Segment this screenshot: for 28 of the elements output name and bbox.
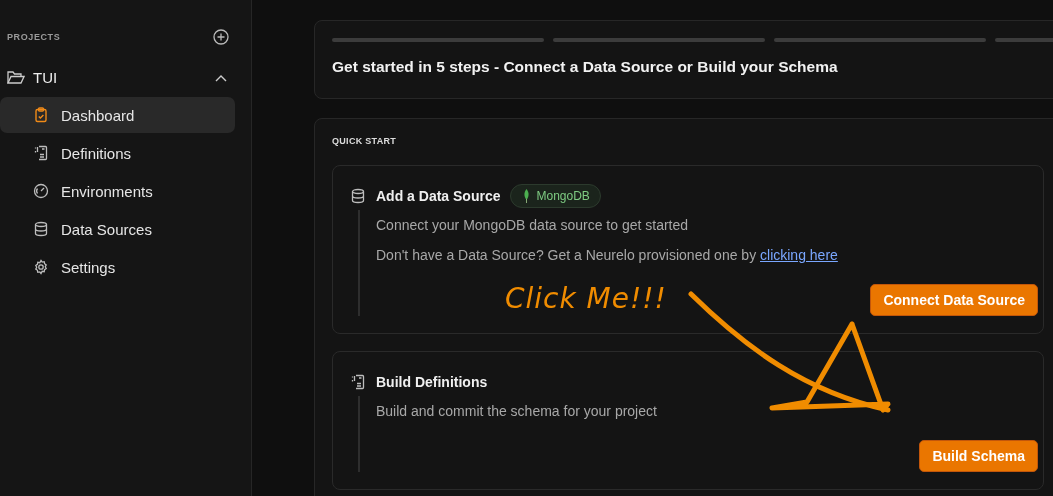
card-description: Build and commit the schema for your project (376, 402, 658, 421)
database-badge: MongoDB (510, 184, 601, 208)
link[interactable]: clicking here (760, 247, 838, 263)
steps-title: Get started in 5 steps - Connect a Data Source or Build your Schema (332, 58, 839, 76)
sidebar-item[interactable]: Environments (0, 173, 235, 209)
section-heading: PROJECTS (7, 32, 61, 42)
card-description: Don't have a Data Source? Get a Neurelo provisioned one by clicking here (376, 246, 839, 265)
card-title: Build Definitions (376, 374, 488, 390)
sidebar-item[interactable]: Dashboard (0, 97, 235, 133)
sidebar-item[interactable]: Definitions (0, 135, 235, 171)
settings-icon (33, 259, 49, 275)
clipboard-icon (33, 107, 49, 123)
sidebar-item[interactable]: Data Sources (0, 211, 235, 247)
section-heading: QUICK START (332, 136, 398, 146)
add-icon[interactable] (213, 29, 229, 45)
card-description: Connect your MongoDB data source to get started (376, 216, 690, 235)
annotation-text: Click Me!!! (505, 282, 667, 315)
gauge-icon (33, 183, 49, 199)
database-icon (33, 221, 49, 237)
chevron-icon[interactable] (215, 74, 227, 82)
leaf-icon (523, 189, 531, 203)
folder-icon (7, 69, 25, 85)
document-icon (33, 145, 49, 161)
sidebar-item[interactable]: Settings (0, 249, 235, 285)
project-name[interactable]: TUI (33, 68, 207, 86)
database-icon (350, 188, 366, 204)
document-icon (350, 374, 366, 390)
card-title: Add a Data Source (376, 188, 501, 204)
